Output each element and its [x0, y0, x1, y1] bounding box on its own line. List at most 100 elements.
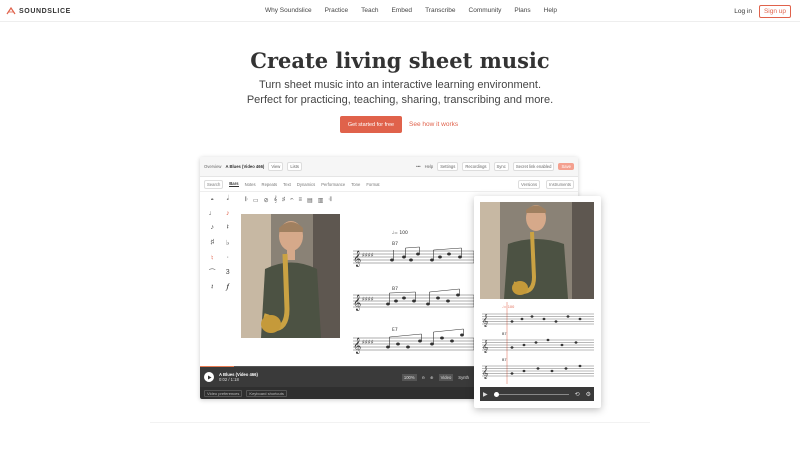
tool-icon[interactable]: 𝄞 [274, 197, 278, 204]
flat-icon[interactable]: ♭ [222, 239, 235, 247]
video-frame [241, 214, 340, 338]
svg-text:♯♯♯♯: ♯♯♯♯ [362, 252, 374, 259]
sheet-music[interactable]: ♩= 100 B7 𝄞 ♯♯♯♯ B7 𝄞 ♯♯♯♯ E7 𝄞 ♯♯♯♯ [348, 217, 478, 367]
tool-icon[interactable]: ▤ [307, 197, 313, 204]
sixteenth-note-icon[interactable]: ♪ [206, 224, 219, 232]
svg-text:𝄞: 𝄞 [482, 366, 489, 379]
top-nav: SOUNDSLICE Why Soundslice Practice Teach… [0, 0, 800, 22]
nav-link-help[interactable]: Help [544, 7, 557, 14]
video-player[interactable] [241, 214, 340, 338]
tool-icon[interactable]: 𝄇 [328, 197, 331, 204]
versions-button[interactable]: Versions [518, 179, 541, 189]
keyboard-shortcuts-button[interactable]: Keyboard shortcuts [246, 389, 287, 397]
svg-text:𝄞: 𝄞 [482, 340, 489, 353]
recordings-button[interactable]: Recordings [462, 162, 490, 171]
zoom-level[interactable]: 100% [401, 373, 417, 381]
nav-auth: Log in Sign up [734, 5, 791, 18]
tab-notes[interactable]: Notes [245, 182, 256, 187]
slice-title: A Blues (Video 466) [225, 164, 265, 169]
sync-button[interactable]: Sync [493, 162, 509, 171]
tab-performance[interactable]: Performance [321, 182, 345, 187]
notation-toolbar: 𝄆 ▭ ⊘ 𝄞 ♯ 𝄐 ≡ ▤ ▥ 𝄇 [245, 193, 331, 207]
soundslice-logo-icon [6, 6, 16, 15]
chord-symbol: B7 [392, 286, 398, 292]
nav-link-teach[interactable]: Teach [361, 7, 378, 14]
mobile-play-icon[interactable]: ▶ [483, 391, 488, 398]
video-preferences-button[interactable]: Video preferences [204, 389, 243, 397]
lists-button[interactable]: Lists [287, 162, 302, 171]
view-button[interactable]: View [268, 162, 284, 171]
tab-dynamics[interactable]: Dynamics [297, 182, 315, 187]
mobile-tempo: ♩= 100 [502, 305, 514, 309]
zoom-in-icon[interactable]: ⊕ [430, 375, 434, 380]
settings-button[interactable]: Settings [437, 162, 459, 171]
tool-icon[interactable]: 𝄆 [245, 197, 248, 204]
signup-button[interactable]: Sign up [758, 5, 791, 18]
mobile-preview: ♩= 100 𝄞 B7 𝄞 B7 𝄞 ▶ ⟲ ⚙ [474, 196, 601, 408]
mobile-staff-2 [482, 339, 594, 351]
synth-toggle[interactable]: Synth [458, 375, 469, 380]
nav-link-why[interactable]: Why Soundslice [265, 7, 312, 14]
rest-quarter-icon[interactable]: 𝄽 [206, 284, 219, 292]
whole-note-icon[interactable]: 𝅝 [206, 195, 219, 203]
secret-link-button[interactable]: Secret link enabled [512, 162, 555, 171]
svg-text:𝄞: 𝄞 [353, 251, 361, 267]
mobile-settings-icon[interactable]: ⚙ [586, 391, 591, 398]
search-button[interactable]: Search [204, 179, 224, 189]
mobile-scrubber[interactable] [493, 391, 569, 397]
nav-link-embed[interactable]: Embed [391, 7, 412, 14]
save-button[interactable]: Save [558, 163, 574, 170]
play-button[interactable] [204, 372, 214, 382]
svg-text:𝄞: 𝄞 [353, 338, 361, 354]
natural-icon[interactable]: ♮ [206, 254, 219, 262]
player-info: A Blues (Video 466) 0:02 / 1:18 [219, 372, 258, 382]
login-link[interactable]: Log in [734, 8, 752, 15]
tie-icon[interactable]: ⁀ [206, 269, 219, 277]
nav-link-transcribe[interactable]: Transcribe [425, 7, 455, 14]
player-time: 0:02 / 1:18 [219, 377, 239, 382]
logo-text: SOUNDSLICE [19, 7, 71, 15]
tab-text[interactable]: Text [283, 182, 291, 187]
tab-bars[interactable]: Bars [229, 181, 239, 187]
mobile-staff-1 [482, 313, 594, 325]
overview-link[interactable]: Overview [204, 164, 221, 169]
tool-icon[interactable]: 𝄐 [290, 197, 293, 204]
tab-format[interactable]: Format [366, 182, 379, 187]
triplet-icon[interactable]: 3 [222, 269, 235, 277]
svg-text:♯♯♯♯: ♯♯♯♯ [362, 296, 374, 303]
see-how-link[interactable]: See how it works [409, 121, 458, 128]
quarter-note-icon[interactable]: ♩ [206, 210, 219, 217]
get-started-button[interactable]: Get started for free [340, 116, 402, 133]
dot-icon[interactable]: · [222, 254, 235, 262]
help-button[interactable]: Help [425, 164, 434, 169]
mobile-chord: B7 [502, 332, 507, 336]
mobile-video-player[interactable] [480, 202, 594, 299]
tool-icon[interactable]: ▥ [318, 197, 324, 204]
half-note-icon[interactable]: 𝅗𝅥 [222, 195, 235, 203]
nav-link-community[interactable]: Community [469, 7, 502, 14]
mobile-loop-icon[interactable]: ⟲ [575, 391, 580, 398]
tool-icon[interactable]: ≡ [299, 197, 303, 203]
tab-tone[interactable]: Tone [351, 182, 360, 187]
logo[interactable]: SOUNDSLICE [6, 6, 71, 16]
nav-link-practice[interactable]: Practice [325, 7, 348, 14]
notes-row-1 [390, 246, 475, 263]
instruments-button[interactable]: Instruments [546, 179, 574, 189]
tab-repeats[interactable]: Repeats [262, 182, 278, 187]
dynamic-icon[interactable]: 𝆑 [222, 284, 235, 292]
video-toggle[interactable]: Video [438, 373, 454, 381]
hero-title: Create living sheet music [250, 48, 550, 73]
nav-link-plans[interactable]: Plans [514, 7, 530, 14]
mobile-player-bar: ▶ ⟲ ⚙ [480, 387, 594, 401]
zoom-out-icon[interactable]: ⊖ [422, 375, 426, 380]
sharp-icon[interactable]: ♯ [206, 239, 219, 247]
more-icon[interactable]: ••• [416, 164, 420, 169]
tool-icon[interactable]: ⊘ [264, 197, 269, 204]
hero-subtitle-line2: Perfect for practicing, teaching, sharin… [246, 94, 554, 106]
editor-tabs: Search Bars Notes Repeats Text Dynamics … [200, 177, 578, 192]
eighth-note-icon[interactable]: ♪ [222, 210, 235, 217]
mobile-sheet-music[interactable]: ♩= 100 𝄞 B7 𝄞 B7 𝄞 [482, 302, 594, 384]
rest-icon[interactable]: 𝄽 [222, 224, 235, 232]
tool-icon[interactable]: ♯ [282, 197, 285, 203]
tool-icon[interactable]: ▭ [253, 197, 259, 204]
